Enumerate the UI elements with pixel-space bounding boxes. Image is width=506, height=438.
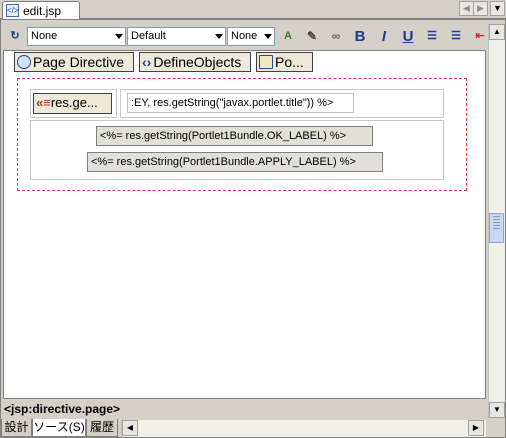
res-get-label: res.ge... <box>50 95 98 110</box>
breadcrumb: <jsp:directive.page> <box>1 400 488 418</box>
numbered-list-icon[interactable]: ☰ <box>422 27 442 46</box>
scroll-corner <box>486 420 505 437</box>
refresh-icon[interactable]: ↻ <box>5 27 25 46</box>
bullet-list-icon[interactable]: ☰ <box>446 27 466 46</box>
scroll-thumb[interactable] <box>489 213 504 243</box>
portlet-button[interactable]: Po... <box>256 52 313 72</box>
define-objects-button[interactable]: ‹› DefineObjects <box>139 52 251 72</box>
bold-button[interactable]: B <box>350 27 370 46</box>
expression-icon: «≡ <box>36 95 51 110</box>
editor-tab-bar: </> edit.jsp ◀ ▶ ▼ <box>0 0 506 20</box>
chevron-down-icon <box>215 34 223 39</box>
portlet-label: Po... <box>275 54 304 70</box>
tab-design[interactable]: 設計 <box>1 419 32 437</box>
title-expression[interactable]: :EY, res.getString("javax.portlet.title"… <box>127 93 354 113</box>
italic-button[interactable]: I <box>374 27 394 46</box>
chevron-down-icon <box>264 34 272 39</box>
scroll-right-icon[interactable]: ▶ <box>468 420 484 436</box>
formatting-toolbar: ↻ None Default None A ✎ ∞ B I U ☰ ☰ ⇤ <box>1 24 488 49</box>
tab-scroll-left-button[interactable]: ◀ <box>459 1 474 16</box>
tab-label: edit.jsp <box>23 4 62 18</box>
size-combo[interactable]: None <box>227 27 275 46</box>
scroll-up-icon[interactable]: ▲ <box>489 24 505 40</box>
link-icon[interactable]: ∞ <box>326 27 346 46</box>
scroll-down-icon[interactable]: ▼ <box>489 402 505 418</box>
style-combo-value: None <box>31 30 58 42</box>
outdent-icon[interactable]: ⇤ <box>470 27 490 46</box>
scroll-left-icon[interactable]: ◀ <box>122 420 138 436</box>
tab-scroll-right-button[interactable]: ▶ <box>473 1 488 16</box>
chevron-down-icon <box>115 34 123 39</box>
page-directive-icon <box>17 55 31 69</box>
portlet-icon <box>259 55 273 69</box>
res-get-button[interactable]: «≡res.ge... <box>33 93 112 114</box>
define-objects-label: DefineObjects <box>153 54 242 70</box>
ok-label-expression[interactable]: <%= res.getString(Portlet1Bundle.OK_LABE… <box>96 126 373 146</box>
font-combo[interactable]: Default <box>127 27 226 46</box>
style-combo[interactable]: None <box>27 27 126 46</box>
tab-source[interactable]: ソース(S) <box>32 419 86 437</box>
size-combo-value: None <box>231 30 258 42</box>
page-directive-label: Page Directive <box>33 54 125 70</box>
editor-view-tabs: 設計 ソース(S) 履歴 <box>1 419 121 437</box>
fill-color-icon[interactable]: ✎ <box>302 27 322 46</box>
tab-list-menu-button[interactable]: ▼ <box>490 1 505 16</box>
font-combo-value: Default <box>131 30 166 42</box>
tag-brackets-icon: ‹› <box>142 54 152 70</box>
tab-edit-jsp[interactable]: </> edit.jsp <box>2 1 80 20</box>
jsp-file-icon: </> <box>6 4 19 17</box>
font-color-icon[interactable]: A <box>278 27 298 46</box>
horizontal-scrollbar[interactable]: ◀ ▶ <box>121 420 505 437</box>
underline-button[interactable]: U <box>398 27 418 46</box>
apply-label-expression[interactable]: <%= res.getString(Portlet1Bundle.APPLY_L… <box>87 152 383 172</box>
page-directive-button[interactable]: Page Directive <box>14 52 134 72</box>
tab-history[interactable]: 履歴 <box>86 419 118 437</box>
